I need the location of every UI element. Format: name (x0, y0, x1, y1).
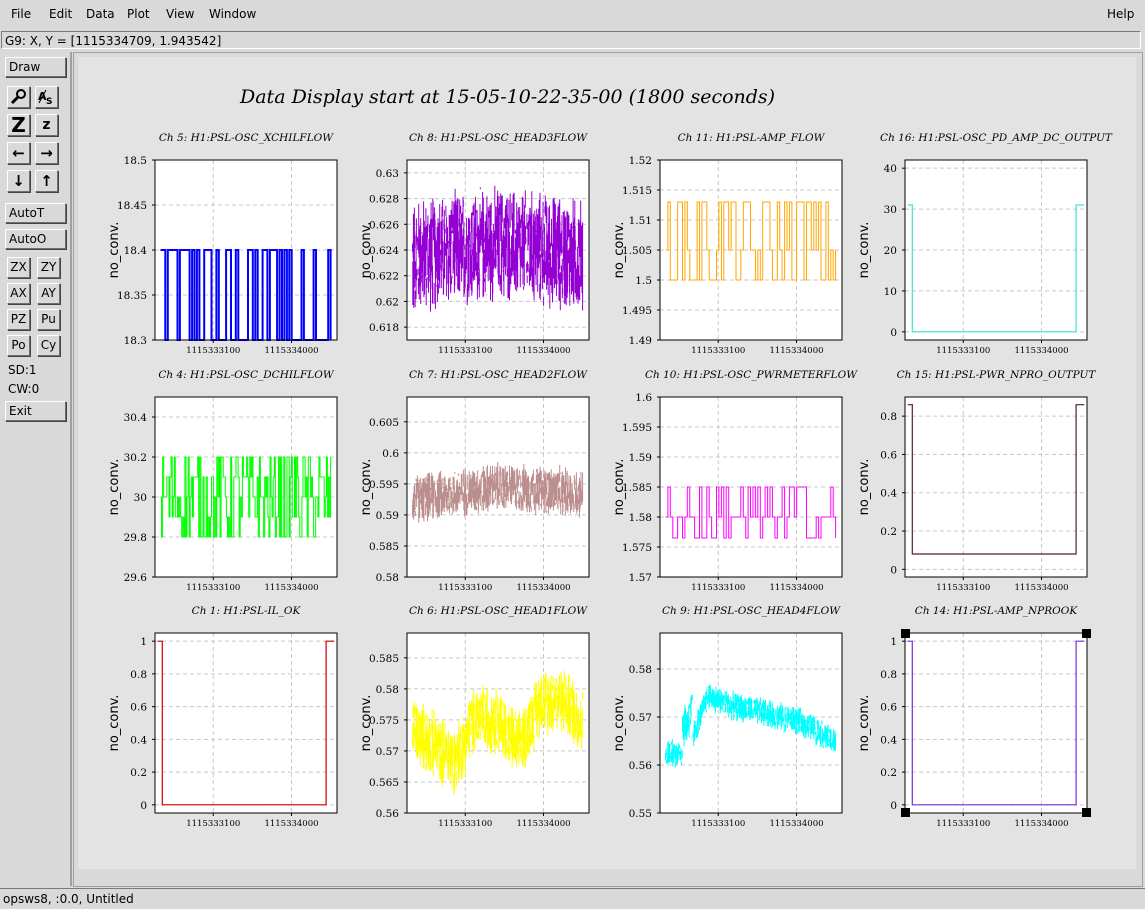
sd-label: SD:1 (8, 363, 37, 377)
menu-help[interactable]: Help (1107, 7, 1134, 21)
autot-button[interactable]: AutoT (5, 203, 66, 223)
cy-button[interactable]: Cy (37, 335, 60, 356)
zy-button[interactable]: ZY (37, 257, 60, 278)
arrow-right-icon[interactable]: → (35, 142, 58, 164)
pz-button[interactable]: PZ (7, 309, 30, 330)
arrow-left-icon[interactable]: ← (7, 142, 30, 164)
menu-plot[interactable]: Plot (127, 7, 150, 21)
ay-button[interactable]: AY (37, 283, 60, 304)
ax-button[interactable]: AX (7, 283, 30, 304)
menu-data[interactable]: Data (86, 7, 115, 21)
draw-button[interactable]: Draw (5, 57, 66, 77)
menu-bar: File Edit Data Plot View Window Help (0, 0, 1145, 30)
menu-window[interactable]: Window (209, 7, 256, 21)
page-title: Data Display start at 15-05-10-22-35-00 … (240, 86, 776, 108)
cw-label: CW:0 (8, 382, 40, 396)
autoo-button[interactable]: AutoO (5, 229, 66, 249)
coordinate-readout: G9: X, Y = [1115334709, 1.943542] (1, 31, 1141, 49)
status-bar: opsws8, :0.0, Untitled (0, 888, 1145, 909)
text-scale-icon[interactable]: AS (35, 86, 58, 108)
exit-button[interactable]: Exit (5, 401, 66, 421)
menu-edit[interactable]: Edit (49, 7, 72, 21)
svg-text:S: S (46, 97, 52, 107)
plot-canvas (78, 57, 1136, 869)
zoom-Z-large-icon[interactable]: Z (7, 114, 30, 136)
arrow-down-icon[interactable]: ↓ (7, 170, 30, 192)
magnifier-icon[interactable] (7, 86, 30, 108)
zoom-z-small-icon[interactable]: z (35, 114, 58, 136)
zx-button[interactable]: ZX (7, 257, 30, 278)
po-button[interactable]: Po (7, 335, 30, 356)
pu-button[interactable]: Pu (37, 309, 60, 330)
left-toolbar: Draw AS Z z ← → ↓ ↑ AutoT AutoO ZX ZY AX… (0, 52, 72, 886)
menu-view[interactable]: View (166, 7, 194, 21)
menu-file[interactable]: File (11, 7, 31, 21)
arrow-up-icon[interactable]: ↑ (35, 170, 58, 192)
